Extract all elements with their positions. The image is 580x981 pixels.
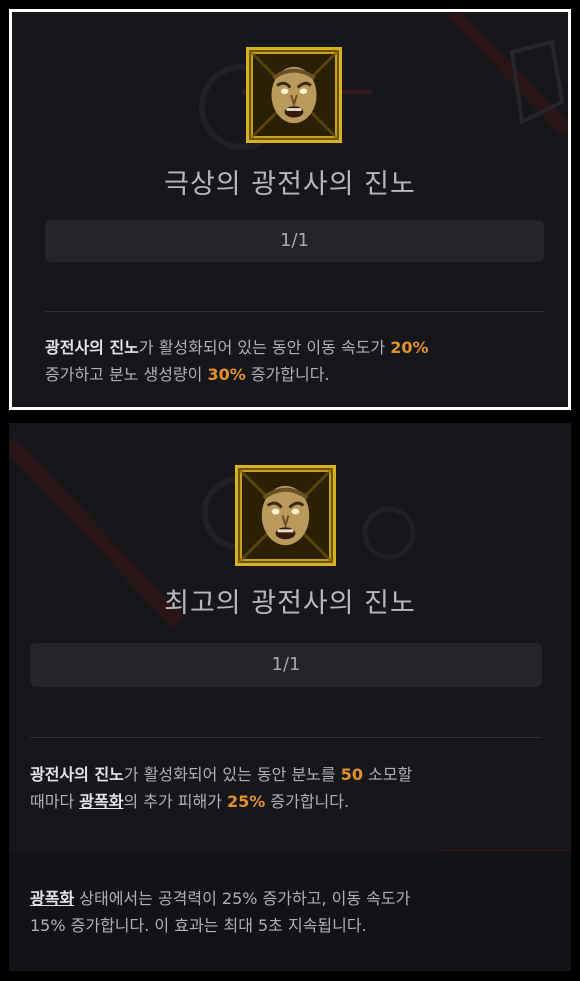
skill-description: 광전사의 진노가 활성화되어 있는 동안 분노를 50 소모할 때마다 광폭화의…	[30, 761, 550, 815]
description-line-1: 광전사의 진노가 활성화되어 있는 동안 분노를 50 소모할	[30, 765, 413, 784]
keyword-berserker-rage: 광전사의 진노	[45, 338, 139, 357]
berserker-face-icon	[249, 50, 339, 140]
divider	[45, 311, 544, 312]
value-rage-gen: 30%	[207, 365, 246, 384]
skill-icon-frame	[235, 465, 336, 566]
tooltip-panel-top: 극상의 광전사의 진노 1/1 광전사의 진노가 활성화되어 있는 동안 이동 …	[12, 12, 568, 407]
tooltip-panel-bottom: 최고의 광전사의 진노 1/1 광전사의 진노가 활성화되어 있는 동안 분노를…	[9, 423, 571, 971]
description-line-2: 때마다 광폭화의 추가 피해가 25% 증가합니다.	[30, 792, 350, 811]
skill-level-text: 1/1	[271, 654, 301, 675]
keyword-berserker-rage: 광전사의 진노	[30, 765, 124, 784]
value-move-speed: 20%	[390, 338, 429, 357]
frenzy-link[interactable]: 광폭화	[79, 792, 123, 811]
berserker-face-icon	[238, 468, 333, 563]
value-extra-damage: 25%	[227, 792, 266, 811]
skill-level-bar: 1/1	[45, 220, 544, 262]
note-line-1: 광폭화 상태에서는 공격력이 25% 증가하고, 이동 속도가	[30, 889, 411, 908]
skill-level-text: 1/1	[280, 230, 309, 251]
frenzy-link[interactable]: 광폭화	[30, 889, 74, 908]
skill-level-bar: 1/1	[30, 643, 542, 687]
description-line-1: 광전사의 진노가 활성화되어 있는 동안 이동 속도가 20%	[45, 338, 429, 357]
skill-icon-frame	[246, 47, 342, 143]
skill-title: 극상의 광전사의 진노	[164, 169, 416, 200]
frenzy-note: 광폭화 상태에서는 공격력이 25% 증가하고, 이동 속도가 15% 증가합니…	[30, 885, 555, 939]
description-line-2: 증가하고 분노 생성량이 30% 증가합니다.	[45, 365, 330, 384]
note-line-2: 15% 증가합니다. 이 효과는 최대 5초 지속됩니다.	[30, 916, 367, 935]
skill-description: 광전사의 진노가 활성화되어 있는 동안 이동 속도가 20% 증가하고 분노 …	[45, 334, 545, 388]
value-rage-cost: 50	[340, 765, 363, 784]
skill-title: 최고의 광전사의 진노	[164, 588, 416, 619]
divider	[30, 737, 542, 738]
